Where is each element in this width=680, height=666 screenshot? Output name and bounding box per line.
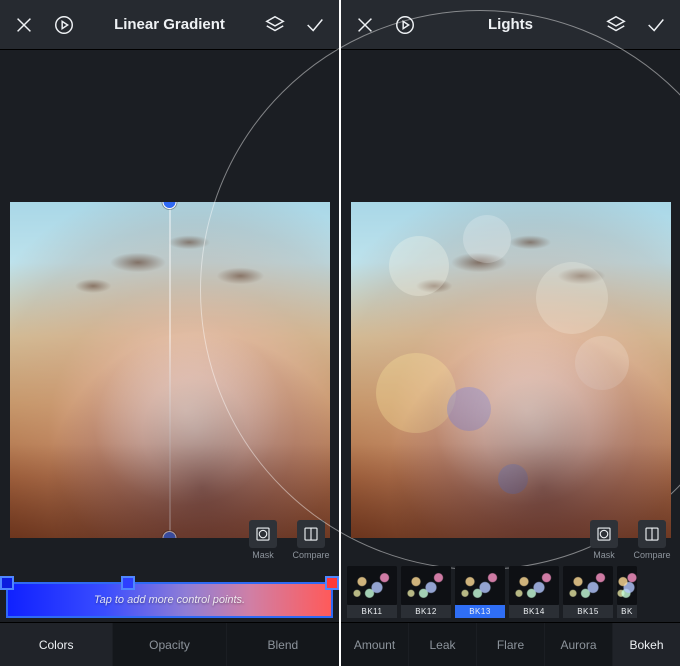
- preset-bk12[interactable]: BK12: [401, 566, 451, 618]
- color-stop-middle[interactable]: [121, 576, 135, 590]
- screen-title: Linear Gradient: [90, 16, 249, 33]
- preset-thumb-icon: [617, 566, 637, 605]
- mask-label: Mask: [252, 550, 274, 560]
- preset-bk14[interactable]: BK14: [509, 566, 559, 618]
- bokeh-overlay: [351, 202, 671, 538]
- play-icon[interactable]: [50, 11, 78, 39]
- screen-lights: Lights Mask Compare: [341, 0, 680, 666]
- preset-bk15[interactable]: BK15: [563, 566, 613, 618]
- bottom-tabs: Colors Opacity Blend: [0, 622, 339, 666]
- tab-blend[interactable]: Blend: [227, 623, 339, 666]
- confirm-icon[interactable]: [642, 11, 670, 39]
- compare-label: Compare: [292, 550, 329, 560]
- preset-thumb-icon: [509, 566, 559, 605]
- confirm-icon[interactable]: [301, 11, 329, 39]
- tab-opacity[interactable]: Opacity: [113, 623, 226, 666]
- compare-button[interactable]: Compare: [632, 520, 672, 560]
- edited-photo: [10, 202, 330, 538]
- preset-bk13[interactable]: BK13: [455, 566, 505, 618]
- layers-icon[interactable]: [261, 11, 289, 39]
- edited-photo: [351, 202, 671, 538]
- mask-label: Mask: [593, 550, 615, 560]
- layers-icon[interactable]: [602, 11, 630, 39]
- preset-bk11[interactable]: BK11: [347, 566, 397, 618]
- close-icon[interactable]: [10, 11, 38, 39]
- compare-button[interactable]: Compare: [291, 520, 331, 560]
- gradient-handle-start[interactable]: [163, 202, 177, 209]
- mask-button[interactable]: Mask: [584, 520, 624, 560]
- gradient-editor: Tap to add more control points.: [0, 582, 339, 622]
- tab-amount[interactable]: Amount: [341, 623, 409, 666]
- gradient-handle-end[interactable]: [163, 531, 177, 538]
- screen-title: Lights: [431, 16, 590, 33]
- gradient-strip[interactable]: Tap to add more control points.: [6, 582, 333, 618]
- tab-aurora[interactable]: Aurora: [545, 623, 613, 666]
- preset-thumb-icon: [563, 566, 613, 605]
- preset-thumb-icon: [401, 566, 451, 605]
- preset-thumb-icon: [455, 566, 505, 605]
- preset-thumbnails: BK11 BK12 BK13 BK14 BK15 BK: [341, 566, 680, 622]
- close-icon[interactable]: [351, 11, 379, 39]
- gradient-axis[interactable]: [169, 202, 170, 538]
- play-icon[interactable]: [391, 11, 419, 39]
- preset-thumb-icon: [347, 566, 397, 605]
- tab-colors[interactable]: Colors: [0, 623, 113, 666]
- tab-leak[interactable]: Leak: [409, 623, 477, 666]
- top-bar: Lights: [341, 0, 680, 50]
- compare-label: Compare: [633, 550, 670, 560]
- mask-button[interactable]: Mask: [243, 520, 283, 560]
- utility-buttons: Mask Compare: [243, 520, 331, 560]
- utility-buttons: Mask Compare: [584, 520, 672, 560]
- gradient-hint: Tap to add more control points.: [94, 594, 245, 606]
- tab-flare[interactable]: Flare: [477, 623, 545, 666]
- color-stop-start[interactable]: [0, 576, 14, 590]
- tab-bokeh[interactable]: Bokeh: [613, 623, 680, 666]
- color-stop-end[interactable]: [325, 576, 339, 590]
- screen-linear-gradient: Linear Gradient Mask Compare Tap to add …: [0, 0, 339, 666]
- preset-bk16-partial[interactable]: BK: [617, 566, 637, 618]
- bottom-tabs: Amount Leak Flare Aurora Bokeh: [341, 622, 680, 666]
- top-bar: Linear Gradient: [0, 0, 339, 50]
